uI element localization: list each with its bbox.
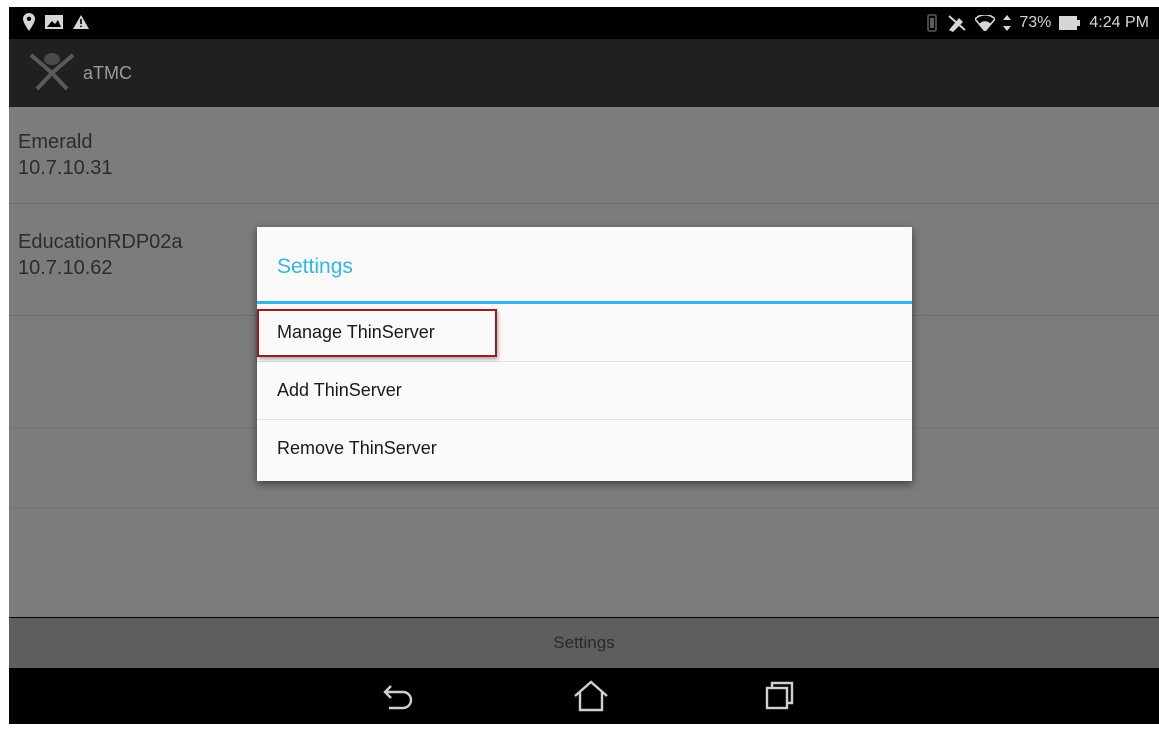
settings-bar-button[interactable]: Settings — [9, 618, 1159, 668]
battery-icon — [1059, 16, 1081, 30]
list-divider — [9, 507, 1159, 508]
home-icon[interactable] — [571, 678, 611, 714]
menu-item-add-thinserver[interactable]: Add ThinServer — [257, 362, 912, 420]
recents-icon[interactable] — [759, 678, 799, 714]
dialog-title: Settings — [277, 255, 353, 278]
menu-item-manage-thinserver[interactable]: Manage ThinServer — [257, 304, 912, 362]
settings-dialog: Settings Manage ThinServer Add ThinServe… — [257, 227, 912, 481]
menu-item-label: Remove ThinServer — [277, 438, 437, 458]
navigation-bar — [9, 668, 1159, 724]
status-bar: 73% 4:24 PM — [9, 7, 1159, 39]
menu-item-label: Manage ThinServer — [277, 322, 435, 342]
server-ip: 10.7.10.62 — [18, 257, 113, 279]
image-icon — [45, 15, 63, 29]
mute-icon — [948, 15, 967, 32]
action-bar: aTMC — [9, 39, 1159, 107]
server-list-item[interactable]: Emerald 10.7.10.31 — [9, 107, 1159, 204]
app-logo-icon[interactable] — [29, 51, 75, 91]
location-pin-icon — [23, 13, 35, 31]
warning-icon — [73, 15, 89, 29]
vibrate-icon — [927, 14, 938, 32]
data-arrows-icon — [1003, 15, 1012, 31]
menu-item-remove-thinserver[interactable]: Remove ThinServer — [257, 420, 912, 477]
battery-percent: 73% — [1019, 14, 1052, 31]
menu-item-label: Add ThinServer — [277, 380, 402, 400]
server-ip: 10.7.10.31 — [18, 157, 113, 179]
server-name: EducationRDP02a — [18, 231, 183, 253]
status-time: 4:24 PM — [1089, 14, 1149, 31]
wifi-icon — [975, 15, 996, 31]
back-icon[interactable] — [377, 678, 417, 714]
device-screen: 73% 4:24 PM aTMC Emerald 10.7.10.31 Educ… — [9, 7, 1159, 724]
server-name: Emerald — [18, 131, 93, 153]
app-title: aTMC — [83, 63, 132, 83]
